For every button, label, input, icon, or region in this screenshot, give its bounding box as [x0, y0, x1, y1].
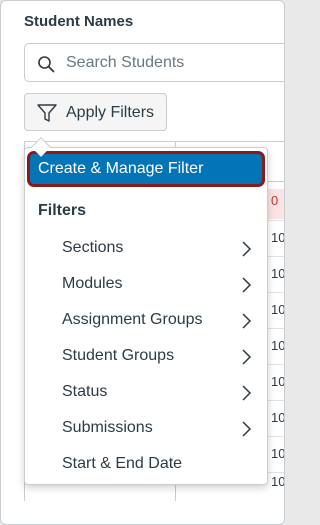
menu-item-label: Start & End Date: [62, 455, 183, 472]
menu-item-start-end-date[interactable]: Start & End Date: [25, 447, 267, 483]
search-icon: [38, 56, 55, 73]
create-manage-filter-presets-item[interactable]: Create & Manage Filter Presets: [27, 151, 265, 207]
chevron-right-icon: [242, 313, 252, 329]
chevron-right-icon: [242, 385, 252, 401]
menu-item-label: Assignment Groups: [62, 311, 203, 328]
grid-cell-value: 10: [271, 446, 285, 461]
student-names-heading: Student Names: [24, 13, 134, 30]
menu-item-modules[interactable]: Modules: [25, 267, 267, 303]
grid-cell-value: 10: [271, 338, 285, 353]
grid-cell-value: 0: [271, 193, 279, 208]
chevron-right-icon: [242, 241, 252, 257]
menu-item-label: Status: [62, 383, 108, 400]
menu-item-label: Modules: [62, 275, 123, 292]
chevron-right-icon: [242, 421, 252, 437]
menu-item-label: Submissions: [62, 419, 153, 436]
grid-cell-value: 10: [271, 374, 285, 389]
grid-cell-value: 10: [271, 302, 285, 317]
menu-item-submissions[interactable]: Submissions: [25, 411, 267, 447]
grid-cell-value: 10: [271, 410, 285, 425]
menu-item-label: Sections: [62, 239, 124, 256]
apply-filters-menu: Create & Manage Filter Presets Filters S…: [24, 147, 268, 485]
apply-filters-button[interactable]: Apply Filters: [24, 93, 167, 131]
gradebook-panel: Student Names Search Students Apply Filt…: [0, 0, 285, 525]
filters-group-label: Filters: [38, 202, 87, 219]
apply-filters-label: Apply Filters: [66, 104, 155, 121]
menu-item-sections[interactable]: Sections: [25, 231, 267, 267]
menu-item-label: Student Groups: [62, 347, 175, 364]
search-students-input[interactable]: Search Students: [24, 43, 284, 82]
filter-icon: [37, 104, 57, 122]
menu-item-status[interactable]: Status: [25, 375, 267, 411]
search-placeholder: Search Students: [66, 54, 185, 71]
menu-item-student-groups[interactable]: Student Groups: [25, 339, 267, 375]
grid-cell-value: 10: [271, 230, 285, 245]
chevron-right-icon: [242, 277, 252, 293]
grid-cell-value: 10: [271, 474, 285, 489]
grid-cell-value: 10: [271, 266, 285, 281]
chevron-right-icon: [242, 349, 252, 365]
menu-item-assignment-groups[interactable]: Assignment Groups: [25, 303, 267, 339]
